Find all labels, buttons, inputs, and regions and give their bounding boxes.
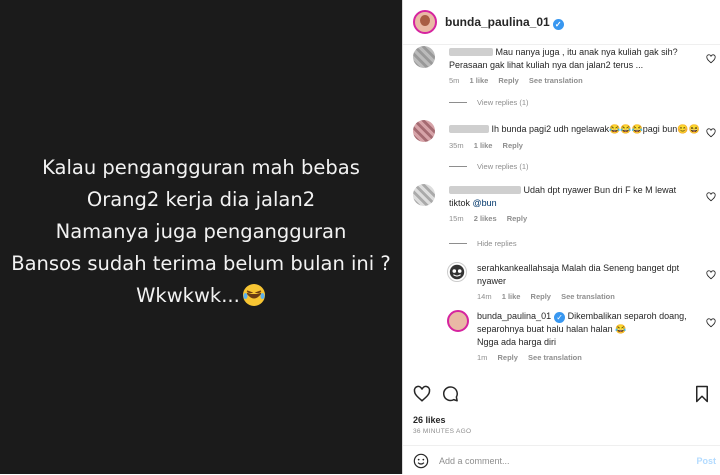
reply-username[interactable]: bunda_paulina_01 bbox=[477, 311, 551, 321]
comment-meta: 35m 1 like Reply bbox=[449, 140, 716, 153]
reply-button[interactable]: Reply bbox=[531, 292, 551, 301]
post-actions bbox=[413, 385, 710, 407]
blurred-username bbox=[449, 186, 521, 194]
comment-like-heart-icon[interactable] bbox=[706, 54, 716, 64]
comment-likes[interactable]: 1 like bbox=[470, 76, 489, 85]
comment-text: Mau nanya juga , itu anak nya kuliah gak… bbox=[449, 47, 678, 70]
username-text: bunda_paulina_01 bbox=[445, 14, 550, 29]
comment-meta: 1m Reply See translation bbox=[477, 352, 716, 365]
comment-text: bunda_paulina_01 ✓ Dikembalikan separoh d… bbox=[477, 311, 687, 347]
view-replies-button[interactable]: View replies (1) bbox=[449, 162, 529, 171]
caption-line: Wkwkwk... bbox=[136, 284, 240, 307]
comment-meta: 5m 1 like Reply See translation bbox=[449, 75, 716, 88]
commenter-avatar[interactable] bbox=[413, 184, 435, 206]
comment-time: 5m bbox=[449, 76, 460, 85]
likes-count[interactable]: 26 likes bbox=[413, 415, 446, 425]
add-comment-bar: Add a comment... Post bbox=[403, 445, 720, 475]
commenter-avatar[interactable] bbox=[413, 120, 435, 142]
caption-line: Orang2 kerja dia jalan2 bbox=[86, 188, 316, 211]
caption-line: Namanya juga pengangguran bbox=[55, 220, 347, 243]
comment-likes[interactable]: 2 likes bbox=[474, 214, 497, 223]
view-replies-button[interactable]: View replies (1) bbox=[449, 98, 529, 107]
post-time: 36 MINUTES AGO bbox=[413, 428, 472, 435]
see-translation-button[interactable]: See translation bbox=[529, 76, 583, 85]
author-avatar[interactable] bbox=[447, 310, 469, 332]
post-header: bunda_paulina_01 ✓ bbox=[403, 0, 720, 45]
comments-panel: bunda_paulina_01 ✓ Mau nanya juga , itu a… bbox=[402, 0, 720, 474]
comment-likes[interactable]: 1 like bbox=[502, 292, 521, 301]
header-username[interactable]: bunda_paulina_01 ✓ bbox=[445, 15, 564, 30]
reply-button[interactable]: Reply bbox=[498, 76, 518, 85]
caption-line-last: Wkwkwk... bbox=[11, 280, 391, 312]
bookmark-icon[interactable] bbox=[694, 385, 710, 403]
verified-badge-icon: ✓ bbox=[554, 312, 566, 323]
avatar[interactable] bbox=[413, 10, 437, 34]
hide-replies-button[interactable]: Hide replies bbox=[449, 239, 517, 248]
see-translation-button[interactable]: See translation bbox=[528, 353, 582, 362]
commenter-avatar[interactable] bbox=[413, 46, 435, 68]
heart-icon[interactable] bbox=[413, 385, 431, 403]
comment-item: Mau nanya juga , itu anak nya kuliah gak… bbox=[413, 46, 716, 88]
comment-meta: 14m 1 like Reply See translation bbox=[477, 291, 716, 304]
comment-time: 14m bbox=[477, 292, 492, 301]
comment-text: Ih bunda pagi2 udh ngelawak😂😂😂pagi bun😊😆 bbox=[449, 123, 702, 136]
verified-badge-icon: ✓ bbox=[552, 18, 564, 30]
reply-button[interactable]: Reply bbox=[503, 141, 523, 150]
comment-input[interactable]: Add a comment... bbox=[439, 456, 510, 466]
comment-like-heart-icon[interactable] bbox=[706, 192, 716, 202]
reply-button[interactable]: Reply bbox=[507, 214, 527, 223]
commenter-avatar[interactable] bbox=[447, 262, 467, 282]
comment-text: serahkankeallahsaja Malah dia Seneng ban… bbox=[477, 263, 680, 286]
comments-list: Mau nanya juga , itu anak nya kuliah gak… bbox=[403, 44, 720, 374]
post-image: Kalau pengangguran mah bebas Orang2 kerj… bbox=[0, 0, 402, 474]
reply-username[interactable]: serahkankeallahsaja bbox=[477, 263, 559, 273]
comment-text: Udah dpt nyawer Bun dri F ke M lewat tikt… bbox=[449, 185, 677, 208]
comment-time: 1m bbox=[477, 353, 488, 362]
comment-like-heart-icon[interactable] bbox=[706, 270, 716, 280]
comment-time: 15m bbox=[449, 214, 464, 223]
comment-icon[interactable] bbox=[441, 385, 459, 403]
reply-item: serahkankeallahsaja Malah dia Seneng ban… bbox=[447, 262, 716, 304]
blurred-username bbox=[449, 125, 489, 133]
blurred-username bbox=[449, 48, 493, 56]
see-translation-button[interactable]: See translation bbox=[561, 292, 615, 301]
comment-likes[interactable]: 1 like bbox=[474, 141, 493, 150]
comment-meta: 15m 2 likes Reply bbox=[449, 213, 716, 226]
comment-item: Udah dpt nyawer Bun dri F ke M lewat tikt… bbox=[413, 184, 716, 226]
comment-like-heart-icon[interactable] bbox=[706, 128, 716, 138]
caption-line: Bansos sudah terima belum bulan ini ? bbox=[11, 252, 391, 275]
reply-item: bunda_paulina_01 ✓ Dikembalikan separoh d… bbox=[447, 310, 716, 365]
smiley-icon[interactable] bbox=[413, 453, 429, 469]
comment-item: Ih bunda pagi2 udh ngelawak😂😂😂pagi bun😊😆… bbox=[413, 120, 716, 152]
post-button[interactable]: Post bbox=[696, 456, 716, 466]
caption-line: Kalau pengangguran mah bebas bbox=[42, 156, 360, 179]
comment-like-heart-icon[interactable] bbox=[706, 318, 716, 328]
mention-link[interactable]: @bun bbox=[473, 198, 497, 208]
laughing-emoji-icon bbox=[242, 283, 266, 307]
comment-time: 35m bbox=[449, 140, 464, 150]
image-caption: Kalau pengangguran mah bebas Orang2 kerj… bbox=[11, 152, 391, 312]
reply-button[interactable]: Reply bbox=[498, 353, 518, 362]
